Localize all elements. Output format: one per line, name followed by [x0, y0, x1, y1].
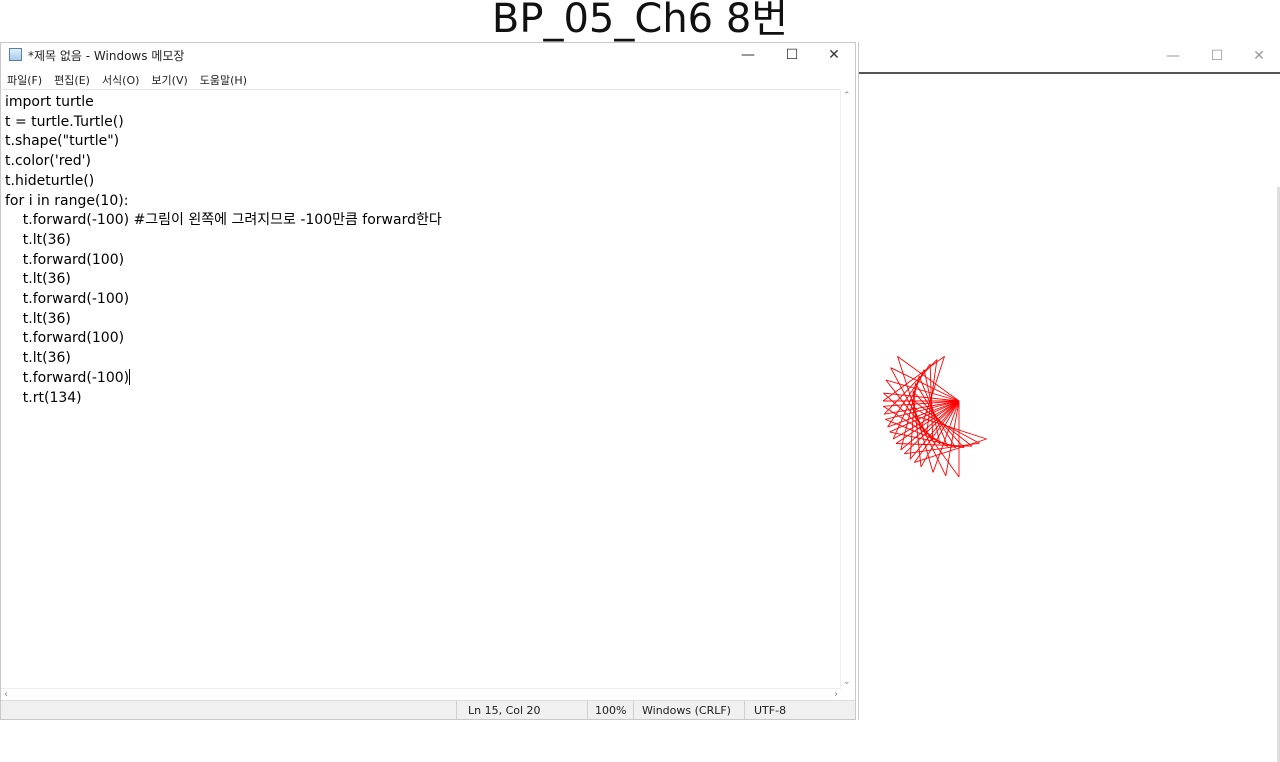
status-divider: [744, 701, 745, 719]
code-line: t.forward(100): [5, 330, 125, 347]
code-line: t.rt(134): [5, 389, 82, 406]
code-line: t.color('red'): [5, 153, 91, 170]
status-divider: [587, 701, 588, 719]
turtle-stroke: [897, 355, 960, 402]
cursor-position: Ln 15, Col 20: [468, 704, 541, 717]
scroll-left-icon[interactable]: ‹: [4, 689, 8, 700]
maximize-button[interactable]: ☐: [771, 43, 813, 67]
notepad-icon: [9, 48, 22, 61]
close-button[interactable]: ✕: [1238, 44, 1280, 68]
menu-file[interactable]: 파일(F): [1, 69, 48, 88]
close-button[interactable]: ✕: [813, 43, 855, 67]
encoding: UTF-8: [754, 704, 787, 717]
code-line: t.forward(100): [5, 251, 125, 268]
code-line: t.hideturtle(): [5, 172, 95, 189]
scroll-down-icon[interactable]: ⌄: [843, 677, 851, 687]
code-line: for i in range(10):: [5, 192, 129, 209]
maximize-button[interactable]: ☐: [1196, 44, 1238, 68]
code-line: t.forward(-100): [5, 369, 130, 386]
text-editor[interactable]: import turtle t = turtle.Turtle() t.shap…: [1, 89, 841, 689]
slide-title: BP_05_Ch6 8번: [491, 0, 789, 42]
code-line: t.lt(36): [5, 231, 71, 248]
code-line: t = turtle.Turtle(): [5, 113, 124, 130]
code-text: import turtle t = turtle.Turtle() t.shap…: [1, 90, 841, 411]
code-line: t.lt(36): [5, 310, 71, 327]
window-title: *제목 없음 - Windows 메모장: [28, 49, 185, 63]
code-line: t.shape("turtle"): [5, 133, 120, 150]
minimize-button[interactable]: —: [727, 43, 769, 67]
status-bar: Ln 15, Col 20 100% Windows (CRLF) UTF-8: [1, 700, 855, 719]
notepad-titlebar[interactable]: *제목 없음 - Windows 메모장 — ☐ ✕: [1, 43, 855, 67]
turtle-window: — ☐ ✕: [858, 42, 1280, 762]
vertical-scrollbar[interactable]: ⌃ ⌄: [840, 89, 855, 689]
turtle-canvas: [882, 355, 987, 478]
status-divider: [456, 701, 457, 719]
minimize-button[interactable]: —: [1152, 44, 1194, 68]
menu-format[interactable]: 서식(O): [96, 69, 145, 88]
notepad-window: *제목 없음 - Windows 메모장 — ☐ ✕ 파일(F) 편집(E) 서식(…: [0, 42, 856, 720]
code-line: t.lt(36): [5, 350, 71, 367]
menu-view[interactable]: 보기(V): [145, 69, 193, 88]
code-line: t.forward(-100): [5, 291, 130, 308]
code-line: t.lt(36): [5, 271, 71, 288]
status-divider: [633, 701, 634, 719]
turtle-titlebar[interactable]: — ☐ ✕: [859, 42, 1280, 74]
code-line: import turtle: [5, 94, 94, 110]
text-caret: [129, 368, 131, 385]
code-line: t.forward(-100) #그림이 왼쪽에 그려지므로 -100만큼 fo…: [5, 212, 442, 229]
line-ending: Windows (CRLF): [642, 704, 731, 717]
scroll-right-icon[interactable]: ›: [834, 689, 838, 700]
menu-bar: 파일(F) 편집(E) 서식(O) 보기(V) 도움말(H): [1, 69, 855, 89]
menu-edit[interactable]: 편집(E): [48, 69, 96, 88]
zoom-level: 100%: [595, 704, 627, 717]
menu-help[interactable]: 도움말(H): [194, 69, 253, 88]
scroll-up-icon[interactable]: ⌃: [843, 91, 851, 101]
